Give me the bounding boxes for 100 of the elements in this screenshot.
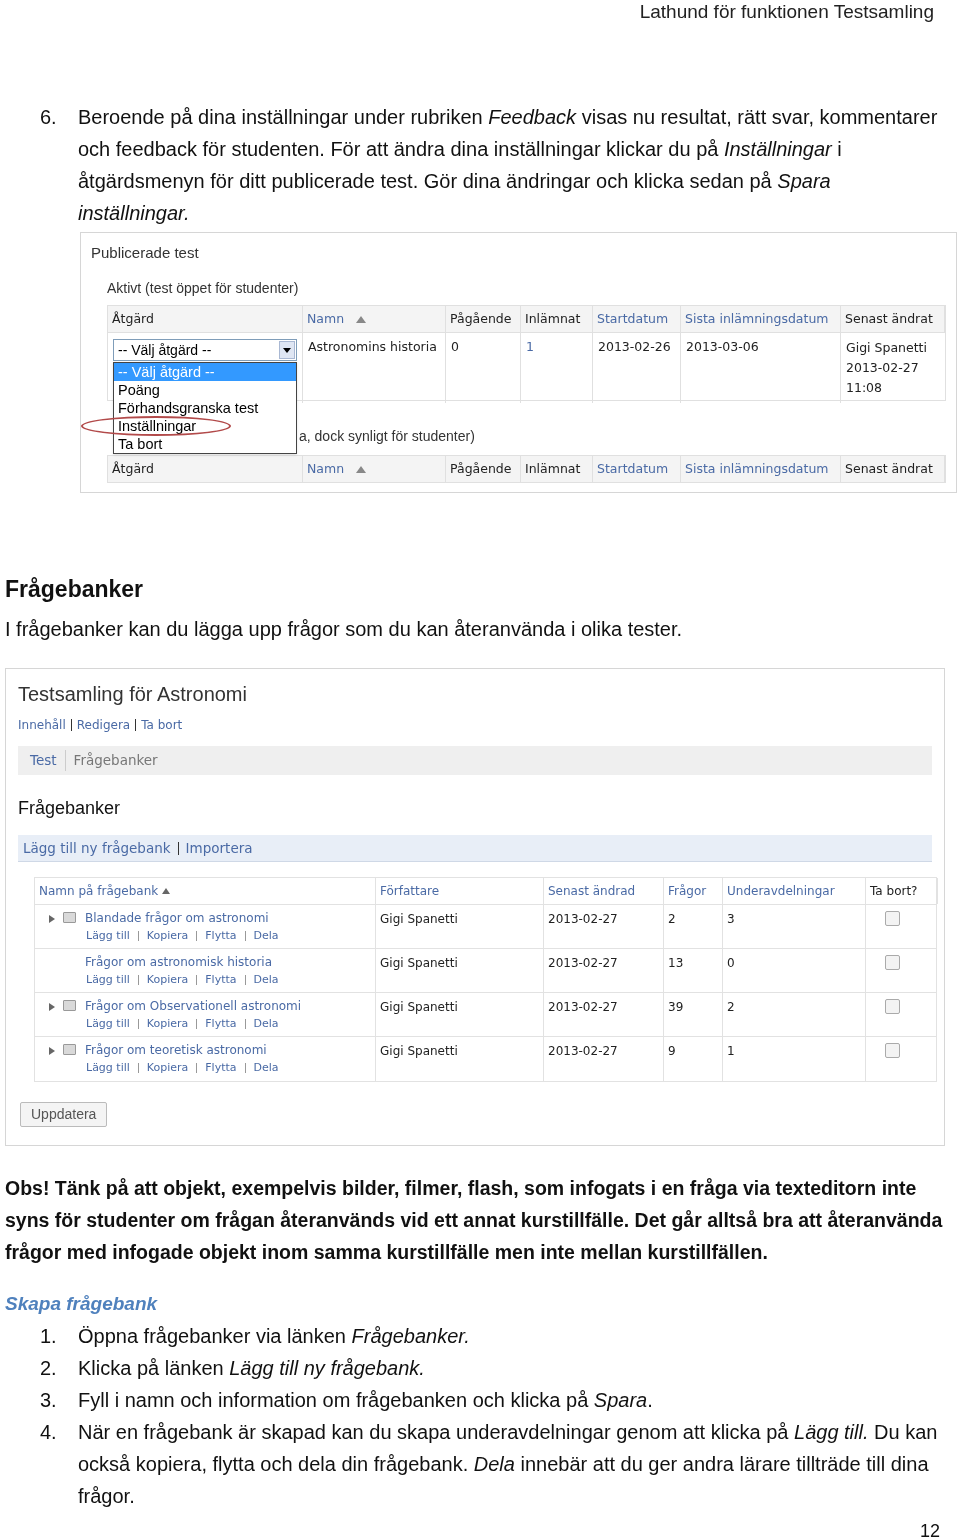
table-cell: 2013-02-26: [593, 333, 681, 403]
section-heading: Frågebanker: [5, 575, 144, 604]
action-link[interactable]: Dela: [253, 1016, 279, 1033]
checkbox[interactable]: [884, 999, 900, 1014]
list-number: 1.: [40, 1324, 58, 1349]
action-link[interactable]: Dela: [253, 928, 279, 945]
action-link[interactable]: Lägg till: [86, 928, 130, 945]
action-link[interactable]: Kopiera: [146, 1016, 189, 1033]
panel-title: Publicerade test: [91, 243, 199, 263]
dropdown-option[interactable]: Ta bort: [114, 435, 296, 453]
page-number: 12: [919, 1520, 940, 1538]
table-cell: 2: [664, 905, 723, 948]
action-link[interactable]: Kopiera: [146, 1060, 189, 1077]
action-link[interactable]: Flytta: [205, 1016, 237, 1033]
dropdown-option[interactable]: -- Välj åtgärd --: [114, 363, 296, 381]
list-number: 6.: [40, 105, 58, 130]
column-header[interactable]: Frågor: [664, 878, 723, 904]
column-header: Pågående: [446, 306, 521, 332]
section-heading: Aktivt (test öppet för studenter): [107, 279, 299, 298]
column-header: Inlämnat: [521, 306, 593, 332]
column-header[interactable]: Namn på frågebank: [35, 878, 376, 904]
paragraph: Öppna frågebanker via länken Frågebanker.: [78, 1324, 470, 1349]
column-header[interactable]: Startdatum: [593, 456, 681, 482]
section-heading: a, dock synligt för studenter): [299, 427, 475, 446]
column-header: Senast ändrat: [841, 456, 945, 482]
column-header: Åtgärd: [108, 456, 303, 482]
dropdown-option[interactable]: Inställningar: [114, 417, 296, 435]
dropdown-option[interactable]: Poäng: [114, 381, 296, 399]
table-cell: Gigi Spanetti: [376, 905, 544, 948]
action-link[interactable]: Dela: [253, 1060, 279, 1077]
nav-link[interactable]: Redigera: [76, 716, 131, 734]
action-link[interactable]: Kopiera: [146, 928, 189, 945]
bank-link[interactable]: Frågor om astronomisk historia: [85, 954, 375, 970]
expand-arrow-icon[interactable]: [49, 1003, 55, 1011]
bank-link[interactable]: Blandade frågor om astronomi: [85, 910, 375, 926]
column-header: Åtgärd: [108, 306, 303, 332]
nav-link[interactable]: Ta bort: [141, 716, 183, 734]
table-cell-text: Gigi Spanetti 2013-02-27 11:08: [845, 339, 928, 397]
table-cell: 2013-02-27: [544, 905, 664, 948]
table-cell: 2013-02-27: [544, 1037, 664, 1081]
action-link[interactable]: Dela: [253, 972, 279, 989]
action-link[interactable]: Lägg till: [86, 972, 130, 989]
checkbox[interactable]: [884, 1043, 900, 1058]
section-heading: Skapa frågebank: [5, 1292, 158, 1316]
action-link[interactable]: Importera: [185, 837, 253, 859]
sort-arrow-icon: [356, 465, 367, 473]
bank-link[interactable]: Frågor om Observationell astronomi: [85, 998, 375, 1014]
column-header[interactable]: Namn: [303, 456, 446, 482]
column-header: Senast ändrat: [841, 306, 945, 332]
dropdown-caret-icon[interactable]: [279, 341, 295, 359]
nav-link[interactable]: Innehåll: [18, 716, 66, 734]
action-link[interactable]: Flytta: [205, 1060, 237, 1077]
table-cell: Gigi Spanetti: [376, 993, 544, 1036]
list-number: 3.: [40, 1388, 58, 1413]
action-link[interactable]: Flytta: [205, 972, 237, 989]
expand-arrow-icon[interactable]: [49, 1047, 55, 1055]
table-cell: 2013-03-06: [681, 333, 841, 403]
tab[interactable]: Frågebanker: [64, 750, 158, 771]
action-link[interactable]: Kopiera: [146, 972, 189, 989]
action-link[interactable]: Lägg till ny frågebank: [23, 837, 171, 859]
expand-arrow-icon[interactable]: [49, 915, 55, 923]
checkbox[interactable]: [884, 911, 900, 926]
table-cell: 2013-02-27: [544, 993, 664, 1036]
folder-icon: [63, 912, 76, 923]
paragraph: När en frågebank är skapad kan du skapa underavdelningar genom att klicka på Lägg till. Du kan också kopiera, flytta och dela din frågebank. Dela innebär att du ger andra lärare tillträde till dina frågor.: [78, 1420, 939, 1509]
action-link[interactable]: Flytta: [205, 928, 237, 945]
column-header[interactable]: Sista inlämningsdatum: [681, 306, 841, 332]
column-header[interactable]: Namn: [303, 306, 446, 332]
table-cell: 1: [723, 1037, 866, 1081]
column-header: Inlämnat: [521, 456, 593, 482]
action-select[interactable]: -- Välj åtgärd --: [113, 339, 297, 361]
table-cell: 13: [664, 949, 723, 992]
bank-link[interactable]: Frågor om teoretisk astronomi: [85, 1042, 375, 1058]
update-button[interactable]: Uppdatera: [20, 1102, 108, 1127]
paragraph: Fyll i namn och information om frågebanken och klicka på Spara.: [78, 1388, 653, 1413]
column-header[interactable]: Sista inlämningsdatum: [681, 456, 841, 482]
sort-arrow-icon: [162, 888, 171, 894]
table-cell: 39: [664, 993, 723, 1036]
dropdown-option[interactable]: Förhandsgranska test: [114, 399, 296, 417]
paragraph: Obs! Tänk på att objekt, exempelvis bilder, filmer, flash, som infogats i en fråga via texteditorn inte syns för studenter om frågan återanvänds vid ett annat kurstillfälle. Det går alltså bra att återanvända frågor med infogade objekt inom samma kurstillfälle men inte mellan kurstillfällen.: [5, 1176, 944, 1265]
folder-icon: [63, 1044, 76, 1055]
list-number: 4.: [40, 1420, 58, 1445]
column-header[interactable]: Senast ändrad: [544, 878, 664, 904]
column-header[interactable]: Underavdelningar: [723, 878, 866, 904]
checkbox[interactable]: [884, 955, 900, 970]
count-link[interactable]: 1: [521, 333, 593, 403]
column-header[interactable]: Författare: [376, 878, 544, 904]
table-cell: 3: [723, 905, 866, 948]
table-cell: Gigi Spanetti: [376, 1037, 544, 1081]
action-link[interactable]: Lägg till: [86, 1016, 130, 1033]
sort-arrow-icon: [356, 315, 367, 323]
column-header: Ta bort?: [866, 878, 938, 904]
dropdown-list[interactable]: -- Välj åtgärd -- Poäng Förhandsgranska test Inställningar Ta bort: [113, 362, 297, 454]
table-cell: 0: [723, 949, 866, 992]
tab[interactable]: Test: [30, 750, 57, 771]
action-link[interactable]: Lägg till: [86, 1060, 130, 1077]
column-header[interactable]: Startdatum: [593, 306, 681, 332]
table-cell: Astronomins historia: [303, 333, 446, 403]
page-header: Lathund för funktionen Testsamling: [639, 0, 934, 24]
column-header: Pågående: [446, 456, 521, 482]
